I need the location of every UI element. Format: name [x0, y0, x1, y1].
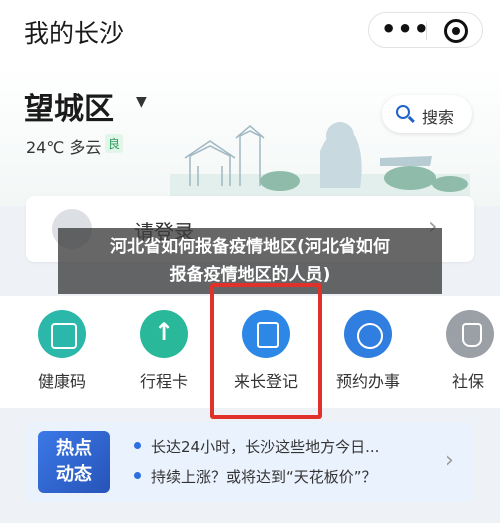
mini-program-capsule: •••	[368, 12, 483, 48]
hot-news-badge: 热点 动态	[38, 431, 110, 493]
service-label: 社保	[452, 372, 485, 391]
bullet-dot-icon	[134, 442, 141, 449]
news-item[interactable]: 持续上涨？或将达到“天花板价”？	[134, 466, 377, 487]
target-icon[interactable]	[444, 19, 468, 43]
top-bar: 我的长沙 •••	[0, 0, 500, 66]
district-selector[interactable]: 望城区	[24, 84, 114, 128]
chevron-right-icon: ›	[445, 448, 454, 473]
badge-line-2: 动态	[56, 464, 92, 485]
hero-section: 望城区 ▼ 24℃ 多云 良 搜索	[0, 66, 500, 206]
search-button[interactable]: 搜索	[382, 95, 472, 133]
news-card[interactable]: 热点 动态 长达24小时，长沙这些地方今日... 持续上涨？或将达到“天花板价”…	[26, 422, 474, 502]
news-item[interactable]: 长达24小时，长沙这些地方今日...	[134, 436, 379, 457]
service-trip-card[interactable]: 行程卡	[124, 310, 204, 392]
health-code-icon	[38, 310, 86, 358]
service-label: 健康码	[37, 372, 86, 391]
more-dots-icon[interactable]: •••	[381, 15, 430, 43]
social-security-icon	[446, 310, 494, 358]
aqi-badge: 良	[105, 134, 124, 153]
search-icon	[396, 105, 410, 119]
service-health-code[interactable]: 健康码	[22, 310, 102, 392]
service-label: 行程卡	[139, 372, 188, 391]
red-highlight-box	[210, 283, 322, 419]
news-text: 持续上涨？或将达到“天花板价”？	[151, 468, 377, 486]
trip-card-icon	[140, 310, 188, 358]
search-label: 搜索	[422, 108, 455, 127]
app-title: 我的长沙	[24, 19, 125, 48]
caret-down-icon[interactable]: ▼	[136, 94, 147, 110]
service-social-security[interactable]: 社保	[430, 310, 500, 392]
service-label: 预约办事	[335, 372, 400, 391]
appointment-clock-icon	[344, 310, 392, 358]
capsule-divider	[426, 22, 427, 40]
overlay-line-1: 河北省如何报备疫情地区(河北省如何	[110, 237, 390, 257]
service-appointment[interactable]: 预约办事	[328, 310, 408, 392]
badge-line-1: 热点	[56, 438, 92, 459]
news-text: 长达24小时，长沙这些地方今日...	[151, 438, 380, 456]
weather-text: 24℃ 多云	[26, 138, 102, 157]
bullet-dot-icon	[134, 472, 141, 479]
